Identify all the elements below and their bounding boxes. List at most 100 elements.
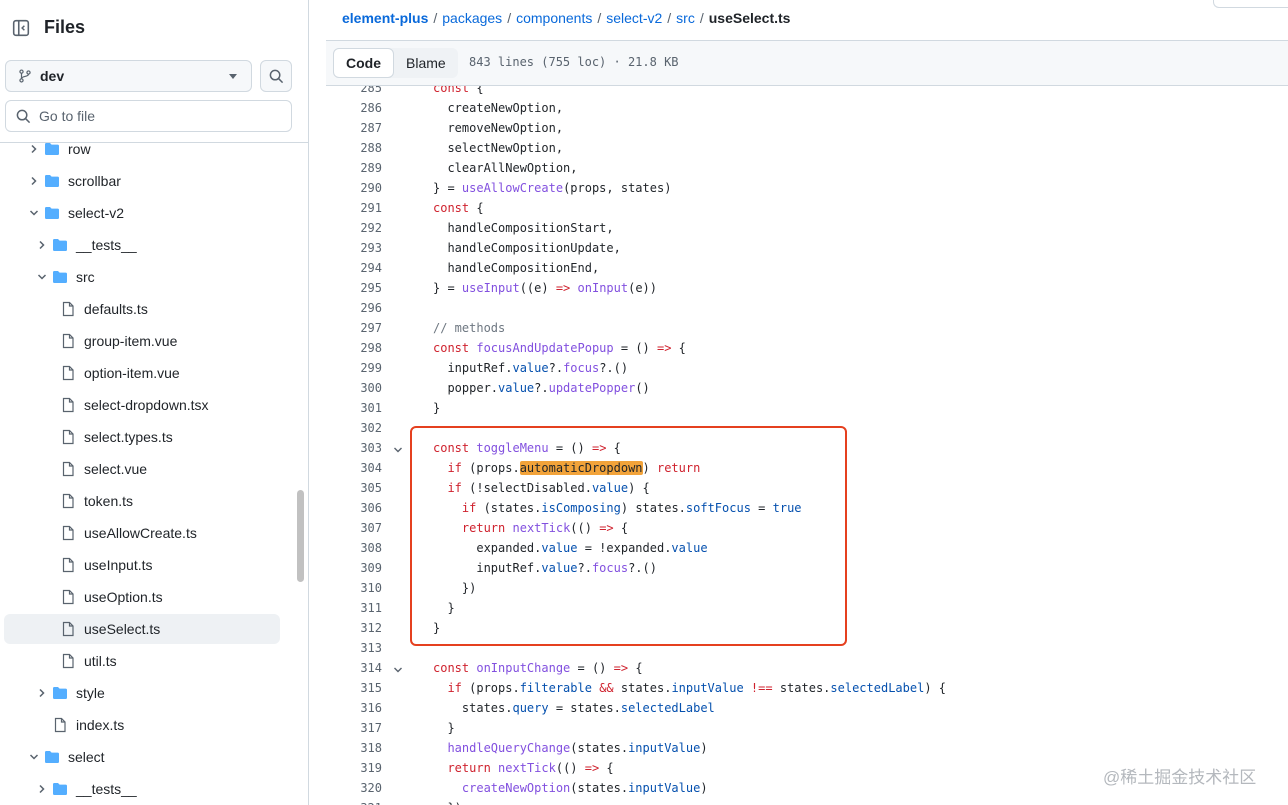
tree-folder-item[interactable]: __tests__	[4, 230, 280, 260]
fold-chevron-icon[interactable]	[392, 442, 404, 454]
chevron-right-icon[interactable]	[36, 783, 48, 795]
chevron-right-icon[interactable]	[36, 687, 48, 699]
tree-folder-item[interactable]: style	[4, 678, 280, 708]
line-number[interactable]: 315	[326, 678, 382, 698]
line-number[interactable]: 304	[326, 458, 382, 478]
line-number[interactable]: 307	[326, 518, 382, 538]
code-text: // methods	[433, 321, 506, 335]
line-number[interactable]: 311	[326, 598, 382, 618]
fold-chevron-icon[interactable]	[392, 662, 404, 674]
blame-tab[interactable]: Blame	[394, 48, 458, 78]
line-number[interactable]: 312	[326, 618, 382, 638]
breadcrumb-select-v2-link[interactable]: select-v2	[606, 10, 662, 26]
tree-item-label: scrollbar	[68, 173, 121, 189]
tree-file-item[interactable]: useOption.ts	[4, 582, 280, 612]
tree-folder-item[interactable]: __tests__	[4, 774, 280, 804]
line-number[interactable]: 296	[326, 298, 382, 318]
breadcrumb-separator: /	[507, 10, 512, 26]
tree-file-item[interactable]: useInput.ts	[4, 550, 280, 580]
code-line: 308 expanded.value = !expanded.value	[326, 538, 1288, 558]
line-number[interactable]: 313	[326, 638, 382, 658]
code-text: })	[433, 581, 477, 595]
sidebar-collapse-icon	[12, 19, 30, 37]
line-number[interactable]: 316	[326, 698, 382, 718]
line-number[interactable]: 290	[326, 178, 382, 198]
tree-folder-item[interactable]: row	[4, 134, 280, 164]
chevron-right-icon[interactable]	[36, 239, 48, 251]
breadcrumb-components-link[interactable]: components	[516, 10, 592, 26]
line-number[interactable]: 319	[326, 758, 382, 778]
chevron-down-icon[interactable]	[28, 751, 40, 763]
tree-folder-item[interactable]: select-v2	[4, 198, 280, 228]
tree-file-item[interactable]: option-item.vue	[4, 358, 280, 388]
line-number[interactable]: 320	[326, 778, 382, 798]
line-number[interactable]: 295	[326, 278, 382, 298]
line-number[interactable]: 299	[326, 358, 382, 378]
line-number[interactable]: 306	[326, 498, 382, 518]
line-number[interactable]: 292	[326, 218, 382, 238]
chevron-down-icon[interactable]	[28, 207, 40, 219]
line-number[interactable]: 293	[326, 238, 382, 258]
folder-icon	[52, 685, 68, 701]
file-icon	[60, 301, 76, 317]
line-number[interactable]: 285	[326, 86, 382, 98]
line-number[interactable]: 288	[326, 138, 382, 158]
tree-folder-item[interactable]: select	[4, 742, 280, 772]
line-number[interactable]: 317	[326, 718, 382, 738]
chevron-right-icon[interactable]	[28, 143, 40, 155]
go-to-file-input[interactable]	[39, 108, 269, 124]
code-tab[interactable]: Code	[333, 48, 394, 78]
file-icon	[60, 461, 76, 477]
file-icon	[60, 525, 76, 541]
tree-file-item[interactable]: select.types.ts	[4, 422, 280, 452]
line-number[interactable]: 308	[326, 538, 382, 558]
line-number[interactable]: 314	[326, 658, 382, 678]
line-number[interactable]: 297	[326, 318, 382, 338]
tree-file-item[interactable]: useSelect.ts	[4, 614, 280, 644]
line-number[interactable]: 305	[326, 478, 382, 498]
chevron-right-icon[interactable]	[28, 175, 40, 187]
tree-file-item[interactable]: group-item.vue	[4, 326, 280, 356]
line-number[interactable]: 310	[326, 578, 382, 598]
chevron-down-icon[interactable]	[36, 271, 48, 283]
line-number[interactable]: 321	[326, 798, 382, 805]
line-number[interactable]: 302	[326, 418, 382, 438]
breadcrumb-repo-link[interactable]: element-plus	[342, 10, 428, 26]
code-line: 313	[326, 638, 1288, 658]
line-number[interactable]: 318	[326, 738, 382, 758]
tree-file-item[interactable]: useAllowCreate.ts	[4, 518, 280, 548]
collapse-sidebar-button[interactable]	[6, 13, 36, 43]
tree-file-item[interactable]: select.vue	[4, 454, 280, 484]
line-number[interactable]: 300	[326, 378, 382, 398]
folder-icon	[44, 173, 60, 189]
line-number[interactable]: 309	[326, 558, 382, 578]
line-number[interactable]: 289	[326, 158, 382, 178]
tree-file-item[interactable]: defaults.ts	[4, 294, 280, 324]
breadcrumb-src-link[interactable]: src	[676, 10, 695, 26]
line-number[interactable]: 287	[326, 118, 382, 138]
folder-icon	[44, 749, 60, 765]
tree-item-label: select-dropdown.tsx	[84, 397, 209, 413]
line-number[interactable]: 291	[326, 198, 382, 218]
go-to-file-field[interactable]	[5, 100, 292, 132]
file-icon	[60, 429, 76, 445]
search-files-button[interactable]	[260, 60, 292, 92]
branch-selector[interactable]: dev	[5, 60, 252, 92]
tree-folder-item[interactable]: src	[4, 262, 280, 292]
code-line: 295} = useInput((e) => onInput(e))	[326, 278, 1288, 298]
tree-file-item[interactable]: index.ts	[4, 710, 280, 740]
code-view[interactable]: 285 const {286 createNewOption, 287 remove…	[326, 86, 1288, 805]
tree-file-item[interactable]: token.ts	[4, 486, 280, 516]
tree-folder-item[interactable]: scrollbar	[4, 166, 280, 196]
tree-file-item[interactable]: select-dropdown.tsx	[4, 390, 280, 420]
line-number[interactable]: 294	[326, 258, 382, 278]
sidebar-scrollbar[interactable]	[297, 490, 304, 582]
line-number[interactable]: 298	[326, 338, 382, 358]
code-line: 293 handleCompositionUpdate,	[326, 238, 1288, 258]
breadcrumb-packages-link[interactable]: packages	[442, 10, 502, 26]
line-number[interactable]: 286	[326, 98, 382, 118]
code-line: 287 removeNewOption,	[326, 118, 1288, 138]
line-number[interactable]: 303	[326, 438, 382, 458]
tree-file-item[interactable]: util.ts	[4, 646, 280, 676]
line-number[interactable]: 301	[326, 398, 382, 418]
